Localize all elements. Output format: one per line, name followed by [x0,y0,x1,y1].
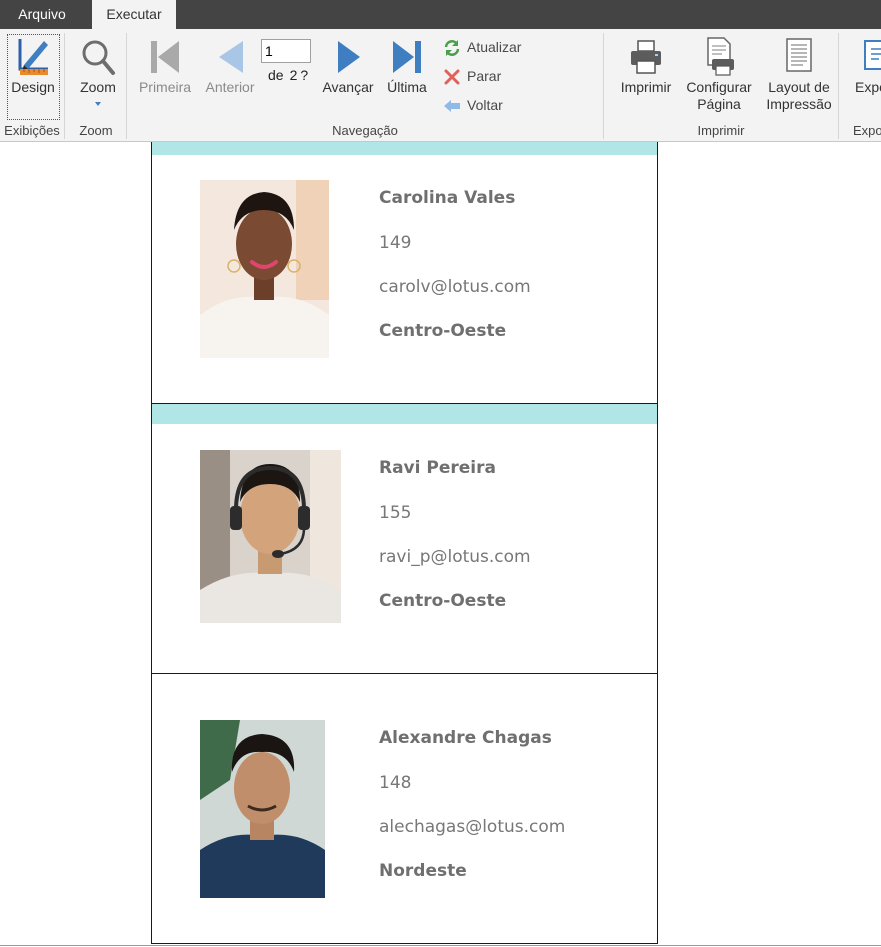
employee-name: Carolina Vales [379,188,516,208]
design-button-label: Design [11,79,55,95]
report-bottom-divider [0,945,881,946]
employee-region: Centro-Oeste [379,321,507,341]
refresh-icon [444,40,460,57]
ribbon-tab-bar: Arquivo Executar [0,0,881,29]
export-icon [864,40,881,70]
ribbon-separator [838,33,839,139]
export-label: Expo [855,79,881,95]
report-page: Carolina Vales 149 carolv@lotus.com Cent… [151,142,658,947]
first-page-icon [151,41,179,73]
employee-photo [200,720,325,898]
close-icon [444,69,460,85]
person-photo-icon [200,180,329,358]
previous-page-button[interactable]: Anterior [201,35,259,96]
employee-email: carolv@lotus.com [379,277,531,297]
employee-photo [200,450,341,623]
group-label-navegacao: Navegação [332,123,398,138]
last-page-icon [393,41,421,73]
tab-arquivo[interactable]: Arquivo [0,0,84,29]
zoom-button-label: Zoom [80,79,116,95]
print-label: Imprimir [620,79,672,95]
person-photo-icon [200,720,325,898]
print-layout-label-1: Layout de [768,79,830,95]
back-label: Voltar [467,97,503,113]
page-count-text: de 2? [268,67,314,83]
print-layout-button[interactable]: Layout de Impressão [763,35,835,113]
person-photo-icon [200,450,341,623]
printer-icon [631,40,661,74]
back-button[interactable]: Voltar [443,94,503,116]
stop-button[interactable]: Parar [443,65,501,87]
refresh-label: Atualizar [467,39,522,55]
page-setup-button[interactable]: Configurar Página [684,35,754,113]
arrow-left-icon [219,41,243,73]
employee-card: Ravi Pereira 155 ravi_p@lotus.com Centro… [151,404,658,674]
chevron-down-icon [95,102,101,106]
group-label-zoom: Zoom [79,123,113,138]
arrow-right-icon [338,41,360,73]
zoom-button[interactable]: Zoom [72,35,124,108]
employee-email: ravi_p@lotus.com [379,547,531,567]
group-label-imprimir: Imprimir [697,123,745,138]
tab-executar[interactable]: Executar [92,0,176,29]
employee-extension: 149 [379,233,412,253]
employee-email: alechagas@lotus.com [379,817,566,837]
employee-extension: 148 [379,773,412,793]
page-number-input[interactable] [261,39,311,63]
print-layout-label-2: Impressão [766,96,832,112]
document-icon [786,38,812,72]
stop-label: Parar [467,68,502,84]
page-unknown-mark: ? [300,67,309,83]
employee-region: Nordeste [379,861,467,881]
card-header-band [152,142,657,155]
design-button[interactable]: Design [8,35,58,96]
export-button[interactable]: Expo [853,35,881,96]
refresh-button[interactable]: Atualizar [443,36,521,58]
group-label-exibicoes: Exibições [4,123,60,138]
print-button[interactable]: Imprimir [616,35,676,96]
employee-card: Alexandre Chagas 148 alechagas@lotus.com… [151,674,658,944]
employee-name: Alexandre Chagas [379,728,552,748]
employee-photo [200,180,329,358]
last-page-button[interactable]: Última [382,35,432,96]
design-icon [18,39,48,75]
page-setup-label-2: Página [697,96,741,112]
employee-card: Carolina Vales 149 carolv@lotus.com Cent… [151,142,658,404]
employee-name: Ravi Pereira [379,458,496,478]
last-page-label: Última [387,79,427,95]
back-arrow-icon [444,100,460,113]
page-total: 2 [289,67,298,83]
next-page-button[interactable]: Avançar [319,35,377,96]
next-page-label: Avançar [322,79,374,95]
previous-page-label: Anterior [205,79,255,95]
page-setup-icon [707,37,734,76]
card-header-band [152,404,657,424]
magnifier-icon [82,40,115,75]
first-page-label: Primeira [138,79,192,95]
group-label-export: Expo [853,123,881,138]
first-page-button[interactable]: Primeira [136,35,194,96]
ribbon: Design Exibições Zoom Zoom Primeira Ante… [0,29,881,142]
page-of-label: de [268,67,284,83]
page-setup-label-1: Configurar [686,79,752,95]
employee-region: Centro-Oeste [379,591,507,611]
employee-extension: 155 [379,503,412,523]
